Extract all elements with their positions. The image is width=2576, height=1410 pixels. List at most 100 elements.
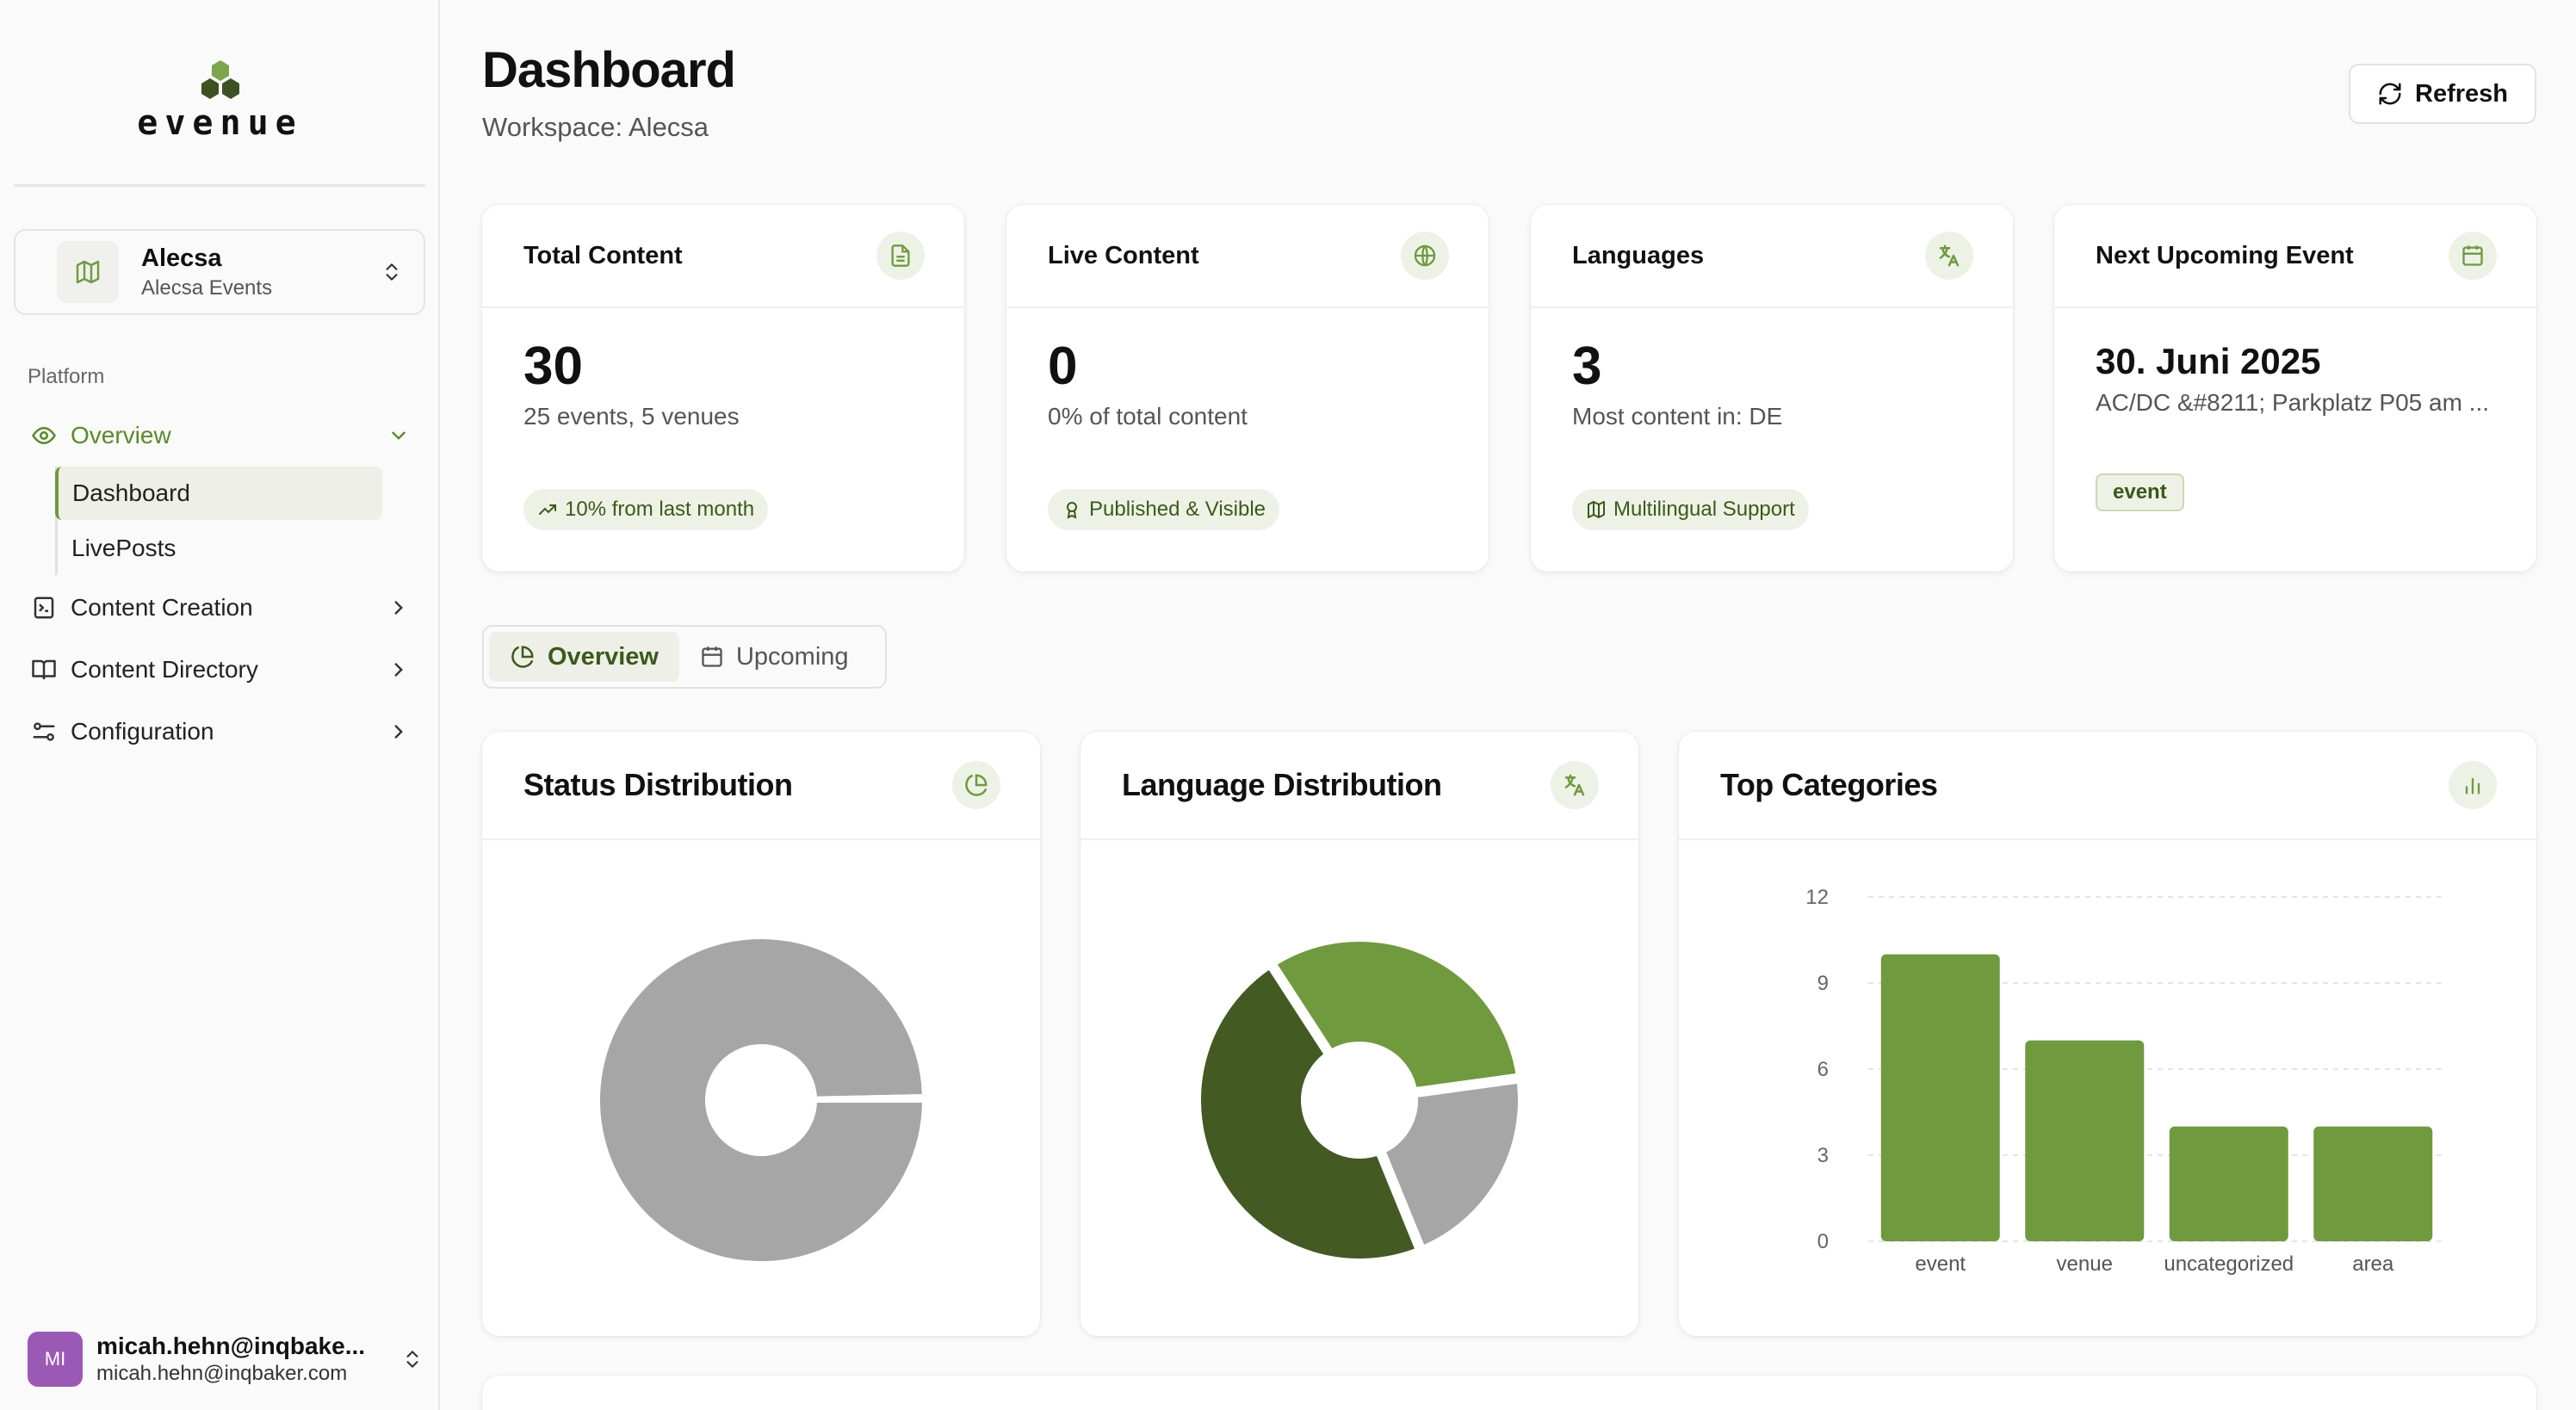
stat-value: 30. Juni 2025 (2096, 341, 2321, 381)
sidebar-item-overview[interactable]: Overview (14, 405, 425, 467)
languages-icon (1551, 761, 1599, 809)
tab-label: Upcoming (735, 642, 849, 671)
page-subtitle: Workspace: Alecsa (482, 112, 709, 142)
chevron-right-icon (394, 663, 403, 677)
map-icon (57, 241, 119, 303)
stat-badge: 10% from last month (523, 489, 769, 530)
bar-event[interactable] (1880, 954, 2000, 1241)
sidebar-item-liveposts[interactable]: LivePosts (58, 522, 425, 575)
user-name: micah.hehn@inqbake... (96, 1333, 366, 1359)
y-tick-label: 3 (1817, 1144, 1829, 1167)
award-icon (1067, 502, 1077, 519)
sidebar-item-content-directory[interactable]: Content Directory (14, 639, 425, 701)
stat-description: Most content in: DE (1572, 403, 1783, 430)
event-type-badge: event (2096, 473, 2184, 511)
tab-upcoming[interactable]: Upcoming (679, 632, 870, 682)
sidebar-item-label: Configuration (71, 718, 214, 745)
dashboard-tabs: Overview Upcoming (482, 625, 887, 689)
stat-badge-label: Published & Visible (1089, 498, 1266, 521)
bar-chart-icon (2449, 761, 2497, 809)
sidebar-nav: Overview Dashboard LivePosts Content Cre… (14, 405, 425, 763)
stat-description: AC/DC &#8211; Parkplatz P05 am ... (2096, 389, 2490, 416)
sidebar-item-dashboard[interactable]: Dashboard (55, 467, 382, 520)
avatar: MI (28, 1332, 83, 1387)
status-distribution-card: Status Distribution (482, 732, 1040, 1336)
chevrons-up-down-icon (406, 1351, 418, 1368)
map-icon (1588, 501, 1605, 518)
top-categories-card: Top Categories 0 3 6 9 12 event venue uncategor… (1679, 732, 2536, 1336)
stat-card-total-content: Total Content 30 25 events, 5 venues 10%… (482, 205, 964, 572)
next-section-card (482, 1376, 2536, 1410)
brand-logo[interactable]: evenue (0, 60, 440, 143)
y-tick-label: 9 (1817, 972, 1829, 995)
sidebar-item-configuration[interactable]: Configuration (14, 701, 425, 763)
brand-name: evenue (137, 103, 303, 143)
top-categories-bar-chart: 0 3 6 9 12 event venue uncategorized area (1805, 886, 2445, 1276)
stat-description: 25 events, 5 venues (523, 403, 740, 430)
status-pie-chart (595, 934, 928, 1267)
user-menu[interactable]: MI micah.hehn@inqbake... micah.hehn@inqb… (28, 1329, 424, 1389)
workspace-switcher[interactable]: Alecsa Alecsa Events (14, 229, 425, 315)
sidebar-divider (14, 184, 425, 187)
stat-value: 0 (1048, 337, 1078, 396)
language-pie-chart (1191, 931, 1528, 1269)
page-title: Dashboard (482, 42, 736, 98)
sidebar-section-label: Platform (28, 365, 105, 388)
stat-value: 3 (1572, 337, 1602, 396)
x-tick-label: area (2352, 1252, 2394, 1276)
card-title: Next Upcoming Event (2096, 241, 2354, 269)
sidebar-item-content-creation[interactable]: Content Creation (14, 577, 425, 639)
stat-card-next-event[interactable]: Next Upcoming Event 30. Juni 2025 AC/DC … (2054, 205, 2536, 572)
eye-icon (29, 421, 59, 450)
tab-overview[interactable]: Overview (489, 632, 679, 682)
card-title: Live Content (1048, 241, 1199, 269)
languages-icon (1925, 232, 1973, 280)
stat-badge-label: 10% from last month (565, 498, 755, 521)
file-text-icon (876, 232, 925, 280)
file-code-icon (29, 593, 59, 622)
x-tick-label: uncategorized (2164, 1252, 2294, 1276)
language-distribution-card: Language Distribution (1081, 732, 1638, 1336)
card-title: Status Distribution (523, 767, 793, 802)
card-title: Language Distribution (1122, 767, 1442, 802)
logo-icon (201, 60, 239, 99)
stat-card-languages: Languages 3 Most content in: DE Multilin… (1531, 205, 2013, 572)
stat-badge-label: Multilingual Support (1613, 498, 1795, 521)
stat-badge: Published & Visible (1048, 489, 1280, 530)
sidebar: evenue Alecsa Alecsa Events Platform Ove… (0, 0, 440, 1410)
trending-up-icon (539, 504, 556, 515)
refresh-label: Refresh (2415, 79, 2508, 108)
workspace-name: Alecsa (141, 244, 222, 272)
y-tick-label: 12 (1805, 886, 1829, 909)
card-title: Top Categories (1720, 767, 1938, 802)
globe-icon (1401, 232, 1449, 280)
refresh-button[interactable]: Refresh (2349, 64, 2536, 124)
stat-card-live-content: Live Content 0 0% of total content Publi… (1006, 205, 1489, 572)
chevron-right-icon (394, 601, 403, 615)
sidebar-item-label: Content Directory (71, 656, 258, 683)
sidebar-item-label: Content Creation (71, 594, 253, 621)
sidebar-item-label: Overview (71, 422, 171, 448)
bar-venue[interactable] (2025, 1040, 2145, 1241)
bar-area[interactable] (2313, 1126, 2433, 1241)
calendar-icon (2449, 232, 2497, 280)
sliders-icon (29, 717, 59, 746)
calendar-icon (702, 646, 722, 667)
workspace-subtitle: Alecsa Events (141, 275, 273, 300)
pie-slice[interactable] (811, 1093, 928, 1103)
y-tick-label: 6 (1817, 1058, 1829, 1081)
user-email: micah.hehn@inqbaker.com (96, 1362, 348, 1385)
stat-description: 0% of total content (1048, 403, 1248, 430)
refresh-icon (2379, 83, 2401, 105)
stat-badge: Multilingual Support (1572, 489, 1809, 530)
chevrons-up-down-icon (386, 263, 398, 281)
x-tick-label: event (1915, 1252, 1966, 1276)
chevron-right-icon (394, 725, 403, 739)
x-tick-label: venue (2057, 1252, 2113, 1276)
overview-subnav: Dashboard LivePosts (55, 467, 425, 575)
chevron-down-icon (392, 431, 406, 440)
book-open-icon (29, 655, 59, 684)
card-title: Total Content (523, 241, 683, 269)
pie-chart-icon (511, 646, 534, 668)
bar-uncategorized[interactable] (2169, 1126, 2288, 1241)
